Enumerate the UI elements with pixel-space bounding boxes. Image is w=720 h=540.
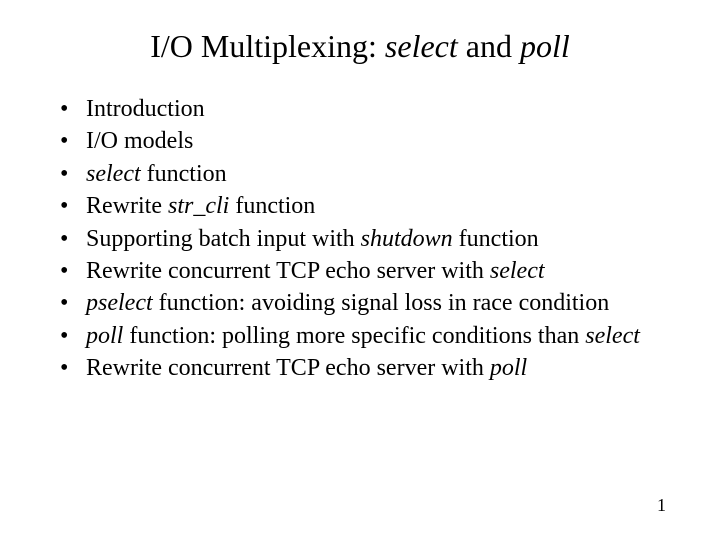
- bullet-list: Introduction I/O models select function …: [56, 93, 672, 385]
- bullet-text: Introduction: [86, 96, 205, 122]
- bullet-text: Rewrite concurrent TCP echo server with: [86, 355, 490, 381]
- list-item: Supporting batch input with shutdown fun…: [56, 223, 672, 255]
- list-item: Introduction: [56, 93, 672, 125]
- slide: I/O Multiplexing: select and poll Introd…: [0, 0, 720, 540]
- bullet-em: poll: [490, 355, 527, 381]
- bullet-em: str_cli: [168, 193, 229, 219]
- bullet-text: Supporting batch input with: [86, 226, 361, 252]
- bullet-text: Rewrite concurrent TCP echo server with: [86, 258, 490, 284]
- bullet-text: I/O models: [86, 128, 193, 154]
- bullet-em: select: [585, 323, 640, 349]
- title-text: I/O Multiplexing:: [150, 28, 385, 64]
- bullet-em: select: [490, 258, 545, 284]
- title-text: and: [458, 28, 520, 64]
- bullet-text: function: polling more specific conditio…: [123, 323, 585, 349]
- bullet-text: function: [453, 226, 539, 252]
- bullet-text: function: [229, 193, 315, 219]
- list-item: Rewrite concurrent TCP echo server with …: [56, 255, 672, 287]
- bullet-em: pselect: [86, 290, 153, 316]
- bullet-text: Rewrite: [86, 193, 168, 219]
- title-em-select: select: [385, 28, 458, 64]
- bullet-em: select: [86, 161, 141, 187]
- bullet-text: function: [141, 161, 227, 187]
- bullet-text: function: avoiding signal loss in race c…: [153, 290, 610, 316]
- slide-title: I/O Multiplexing: select and poll: [48, 28, 672, 65]
- title-em-poll: poll: [520, 28, 570, 64]
- list-item: poll function: polling more specific con…: [56, 320, 672, 352]
- bullet-em: shutdown: [361, 226, 453, 252]
- list-item: I/O models: [56, 125, 672, 157]
- list-item: Rewrite str_cli function: [56, 190, 672, 222]
- bullet-em: poll: [86, 323, 123, 349]
- list-item: select function: [56, 158, 672, 190]
- list-item: pselect function: avoiding signal loss i…: [56, 287, 672, 319]
- page-number: 1: [657, 495, 666, 516]
- list-item: Rewrite concurrent TCP echo server with …: [56, 352, 672, 384]
